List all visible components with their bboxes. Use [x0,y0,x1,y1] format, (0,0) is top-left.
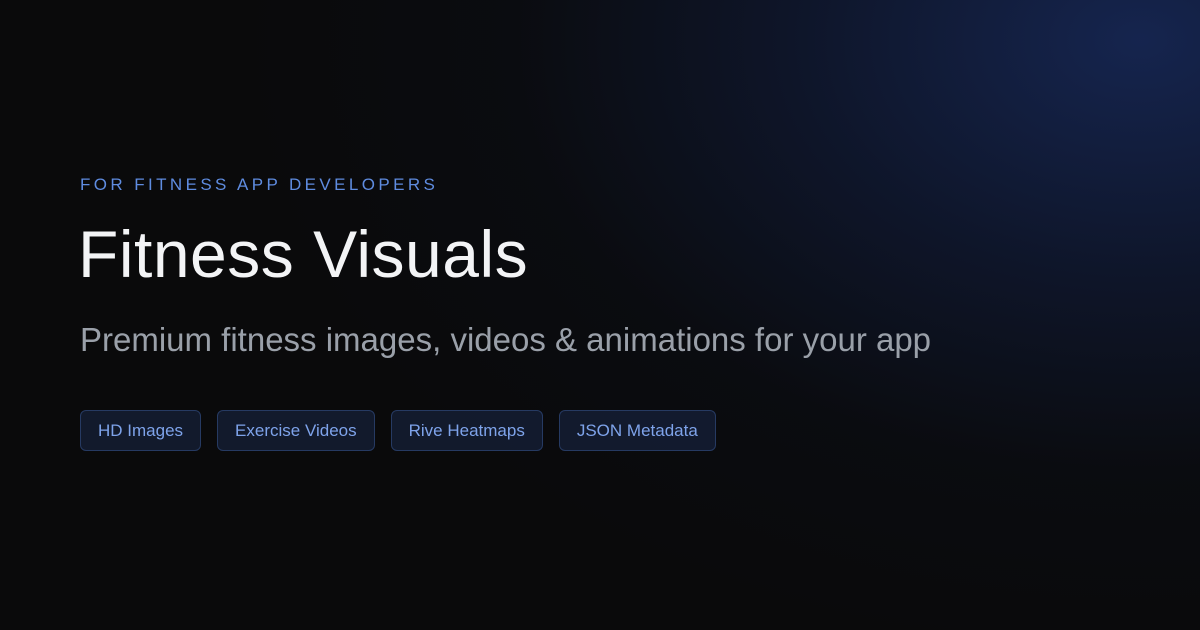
tag-json-metadata: JSON Metadata [558,410,716,451]
tag-exercise-videos: Exercise Videos [217,410,375,451]
eyebrow-label: FOR FITNESS APP DEVELOPERS [80,175,439,194]
hero-section: FOR FITNESS APP DEVELOPERS Fitness Visua… [78,174,1120,451]
subtitle: Premium fitness images, videos & animati… [80,321,932,358]
page-title: Fitness Visuals [78,217,529,291]
tag-rive-heatmaps: Rive Heatmaps [390,410,543,451]
tag-hd-images: HD Images [80,410,202,451]
feature-tags: HD Images Exercise Videos Rive Heatmaps … [80,410,1120,451]
